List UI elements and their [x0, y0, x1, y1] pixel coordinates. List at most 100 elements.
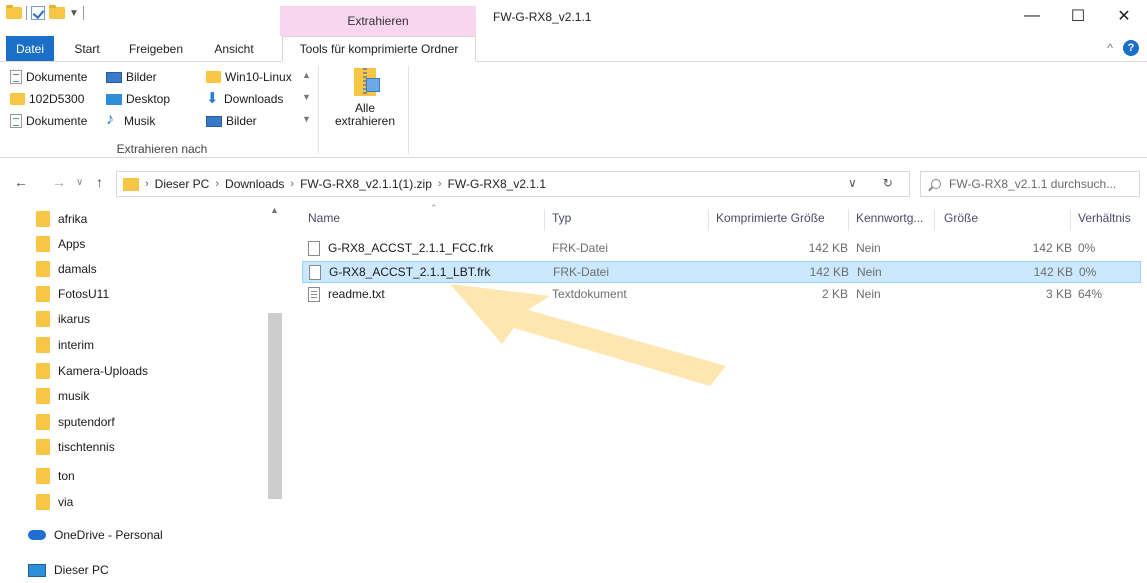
nav-folder-interim[interactable]: interim [36, 334, 94, 356]
file-compressed-size: 142 KB [809, 265, 849, 279]
maximize-button[interactable]: ☐ [1055, 0, 1101, 32]
gallery-scroll-up-icon[interactable]: ▲ [302, 70, 314, 80]
file-type: FRK-Datei [553, 265, 610, 279]
nav-folder-via[interactable]: via [36, 491, 73, 513]
minimize-button[interactable]: — [1009, 0, 1055, 32]
file-row-selected[interactable]: G-RX8_ACCST_2.1.1_LBT.frk FRK-Datei 142 … [302, 261, 1141, 283]
tab-compressed-folder-tools[interactable]: Tools für komprimierte Ordner [282, 36, 476, 62]
nav-scrollbar[interactable]: ▲ [267, 203, 283, 583]
column-separator[interactable] [1070, 209, 1071, 231]
column-header-type[interactable]: Typ [552, 211, 571, 225]
gallery-scroll: ▲ ▼ ▼ [302, 70, 314, 124]
quick-access-toolbar: ▼ [6, 5, 84, 20]
file-password: Nein [857, 265, 882, 279]
nav-folder-apps[interactable]: Apps [36, 233, 85, 255]
nav-onedrive[interactable]: OneDrive - Personal [28, 524, 163, 546]
nav-folder-kamera-uploads[interactable]: Kamera-Uploads [36, 360, 148, 382]
help-icon[interactable]: ? [1123, 40, 1139, 56]
folder-icon [36, 311, 50, 327]
ribbon-tabs: Datei Start Freigeben Ansicht Tools für … [0, 36, 1147, 62]
recent-locations-icon[interactable]: ∨ [76, 177, 83, 188]
breadcrumb-separator[interactable]: › [438, 178, 442, 190]
column-header-ratio[interactable]: Verhältnis [1078, 211, 1131, 225]
tab-file[interactable]: Datei [6, 36, 54, 61]
nav-folder-tischtennis[interactable]: tischtennis [36, 436, 115, 458]
column-separator[interactable] [934, 209, 935, 231]
column-header-size[interactable]: Größe [944, 211, 978, 225]
breadcrumb-zip[interactable]: FW-G-RX8_v2.1.1(1).zip [300, 177, 432, 191]
extract-dest-desktop[interactable]: Desktop [106, 90, 170, 108]
extract-dest-dokumente-2[interactable]: Dokumente [10, 112, 87, 130]
breadcrumb-downloads[interactable]: Downloads [225, 177, 284, 191]
file-icon [308, 241, 320, 256]
folder-icon [10, 93, 25, 105]
search-placeholder: FW-G-RX8_v2.1.1 durchsuch... [949, 177, 1117, 191]
scroll-up-icon[interactable]: ▲ [270, 205, 279, 215]
properties-icon[interactable] [31, 6, 45, 20]
breadcrumb-separator[interactable]: › [290, 178, 294, 190]
extract-dest-label: Dokumente [26, 114, 88, 128]
file-size: 142 KB [1032, 241, 1072, 255]
nav-label: FotosU11 [58, 287, 110, 301]
ribbon-group-separator [318, 66, 319, 154]
nav-folder-afrika[interactable]: afrika [36, 208, 87, 230]
extract-dest-musik[interactable]: Musik [106, 111, 155, 130]
pictures-icon [206, 115, 222, 127]
tab-share[interactable]: Freigeben [122, 36, 190, 61]
scrollbar-thumb[interactable] [268, 313, 282, 499]
up-arrow-icon[interactable]: ↑ [96, 174, 103, 190]
address-bar[interactable]: › Dieser PC › Downloads › FW-G-RX8_v2.1.… [116, 171, 910, 197]
nav-folder-fotosu11[interactable]: FotosU11 [36, 283, 109, 305]
breadcrumb-current[interactable]: FW-G-RX8_v2.1.1 [448, 177, 546, 191]
history-dropdown-icon[interactable]: ∨ [848, 176, 857, 190]
column-separator[interactable] [848, 209, 849, 231]
folder-icon [36, 337, 50, 353]
gallery-expand-icon[interactable]: ▼ [302, 114, 314, 124]
folder-icon [36, 236, 50, 252]
nav-folder-ikarus[interactable]: ikarus [36, 308, 90, 330]
column-header-password[interactable]: Kennwortg... [856, 211, 923, 225]
file-list: ⌃ Name Typ Komprimierte Größe Kennwortg.… [296, 203, 1147, 583]
refresh-icon[interactable]: ↻ [883, 176, 893, 190]
forward-arrow-icon[interactable]: → [52, 174, 66, 190]
nav-folder-damals[interactable]: damals [36, 258, 97, 280]
breadcrumb-this-pc[interactable]: Dieser PC [155, 177, 210, 191]
breadcrumb-separator: › [145, 178, 149, 190]
extract-dest-dokumente[interactable]: Dokumente [10, 68, 87, 86]
nav-label: damals [58, 262, 97, 276]
nav-label: interim [58, 338, 95, 352]
download-icon [206, 89, 220, 107]
nav-label: sputendorf [58, 415, 115, 429]
extract-all-button[interactable]: Alle extrahieren [330, 68, 400, 128]
tab-view[interactable]: Ansicht [198, 36, 270, 61]
customize-toolbar-dropdown[interactable]: ▼ [69, 8, 79, 19]
extract-dest-bilder[interactable]: Bilder [106, 68, 157, 86]
nav-folder-sputendorf[interactable]: sputendorf [36, 411, 115, 433]
nav-folder-musik[interactable]: musik [36, 385, 89, 407]
back-arrow-icon[interactable]: ← [14, 174, 28, 190]
column-header-name[interactable]: Name [308, 211, 340, 225]
extract-dest-label: Dokumente [26, 70, 88, 84]
extract-dest-downloads[interactable]: Downloads [206, 89, 283, 108]
sort-ascending-icon: ⌃ [430, 203, 438, 213]
file-ratio: 0% [1078, 241, 1096, 255]
column-header-compressed-size[interactable]: Komprimierte Größe [716, 211, 825, 225]
file-compressed-size: 142 KB [808, 241, 848, 255]
tab-start[interactable]: Start [64, 36, 110, 61]
extract-dest-102d5300[interactable]: 102D5300 [10, 90, 84, 108]
column-separator[interactable] [544, 209, 545, 231]
nav-folder-ton[interactable]: ton [36, 465, 75, 487]
extract-dest-bilder-2[interactable]: Bilder [206, 112, 257, 130]
gallery-scroll-down-icon[interactable]: ▼ [302, 92, 314, 102]
extract-dest-win10-linux[interactable]: Win10-Linux [206, 68, 292, 86]
search-input[interactable]: FW-G-RX8_v2.1.1 durchsuch... [920, 171, 1140, 197]
file-row[interactable]: G-RX8_ACCST_2.1.1_FCC.frk FRK-Datei 142 … [302, 238, 1141, 260]
column-separator[interactable] [708, 209, 709, 231]
close-button[interactable]: ✕ [1101, 0, 1147, 32]
nav-this-pc[interactable]: Dieser PC [28, 559, 109, 581]
breadcrumb-separator[interactable]: › [215, 178, 219, 190]
file-row[interactable]: readme.txt Textdokument 2 KB Nein 3 KB 6… [302, 284, 1141, 306]
new-folder-icon[interactable] [49, 5, 65, 19]
text-file-icon [308, 287, 320, 302]
collapse-ribbon-icon[interactable]: ^ [1107, 41, 1113, 55]
